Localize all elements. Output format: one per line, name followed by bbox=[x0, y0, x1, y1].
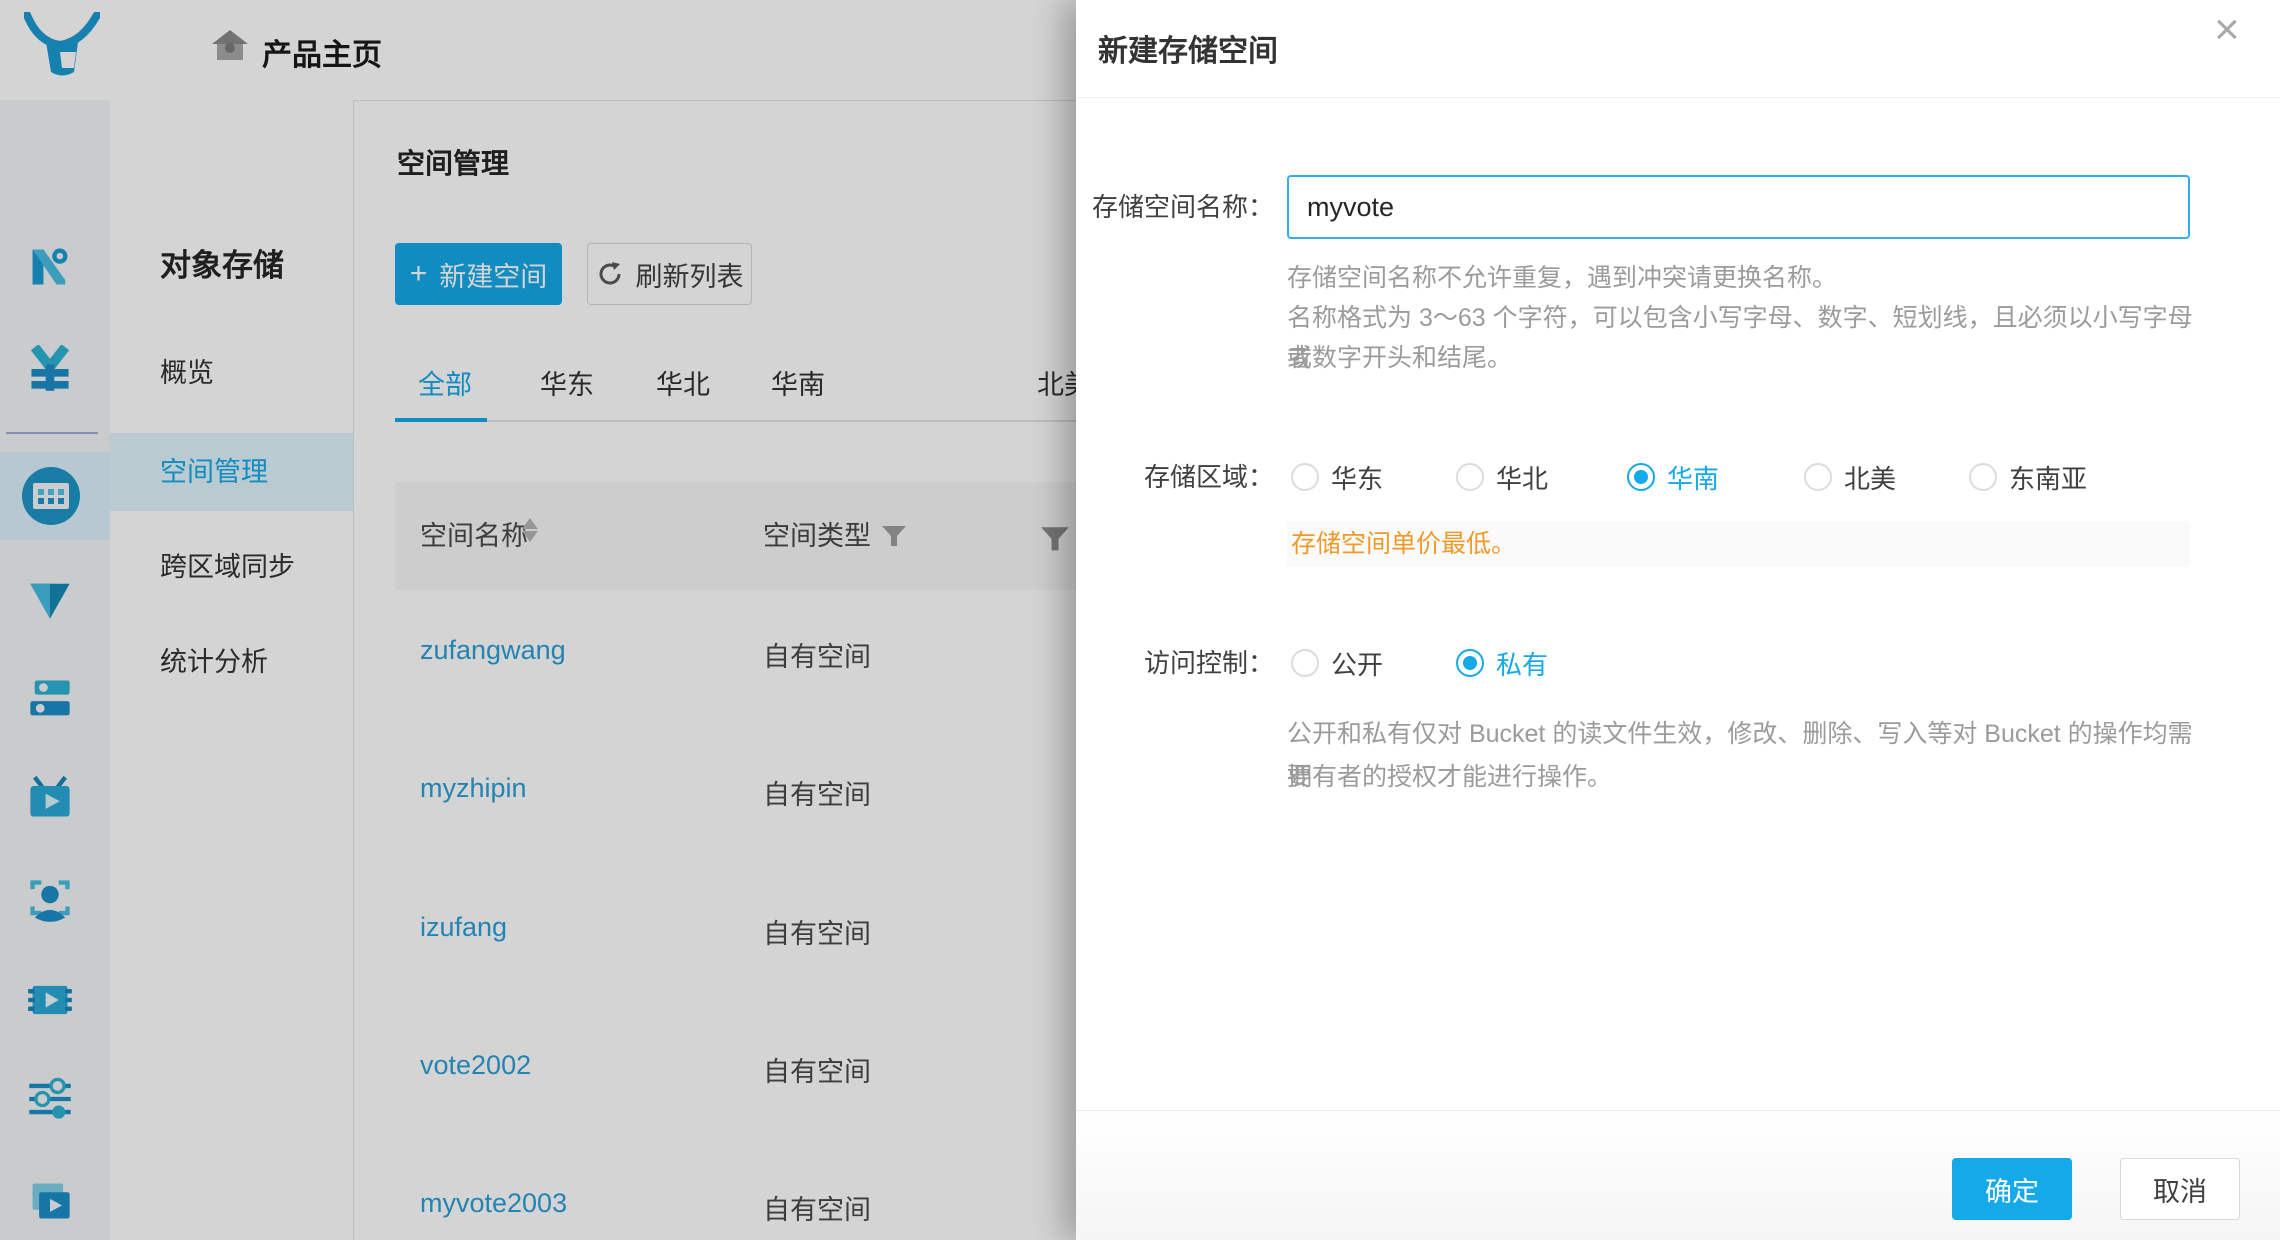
name-help-line-3: 者数字开头和结尾。 bbox=[1287, 338, 2217, 378]
region-option-huabei[interactable]: 华北 bbox=[1456, 455, 1548, 499]
radio-icon bbox=[1804, 463, 1832, 491]
access-help-line-2: 拥有者的授权才能进行操作。 bbox=[1287, 756, 2217, 799]
name-help-line-1: 存储空间名称不允许重复，遇到冲突请更换名称。 bbox=[1287, 258, 2217, 298]
radio-icon bbox=[1456, 463, 1484, 491]
radio-label: 北美 bbox=[1844, 459, 1896, 496]
radio-label: 私有 bbox=[1496, 645, 1548, 682]
access-option-private[interactable]: 私有 bbox=[1456, 641, 1548, 685]
dialog-footer: 确定 取消 bbox=[1076, 1110, 2280, 1240]
confirm-button[interactable]: 确定 bbox=[1952, 1158, 2072, 1220]
app-root: 产品主页 bbox=[0, 0, 2280, 1240]
radio-icon bbox=[1291, 649, 1319, 677]
bucket-name-input[interactable] bbox=[1287, 175, 2190, 239]
region-option-huadong[interactable]: 华东 bbox=[1291, 455, 1383, 499]
access-option-public[interactable]: 公开 bbox=[1291, 641, 1383, 685]
radio-label: 华南 bbox=[1667, 459, 1719, 496]
radio-icon bbox=[1969, 463, 1997, 491]
cancel-button[interactable]: 取消 bbox=[2120, 1158, 2240, 1220]
radio-selected-icon bbox=[1456, 649, 1484, 677]
dialog-title: 新建存储空间 bbox=[1098, 26, 1278, 70]
region-option-dongnanya[interactable]: 东南亚 bbox=[1969, 455, 2087, 499]
radio-label: 东南亚 bbox=[2009, 459, 2087, 496]
radio-icon bbox=[1291, 463, 1319, 491]
access-label: 访问控制： bbox=[1076, 641, 1274, 685]
radio-label: 华东 bbox=[1331, 459, 1383, 496]
region-price-notice: 存储空间单价最低。 bbox=[1287, 521, 2190, 567]
region-option-huanan[interactable]: 华南 bbox=[1627, 455, 1719, 499]
dialog-header: 新建存储空间 × bbox=[1076, 0, 2280, 98]
bucket-name-label: 存储空间名称： bbox=[1076, 175, 1274, 239]
radio-label: 公开 bbox=[1331, 645, 1383, 682]
radio-selected-icon bbox=[1627, 463, 1655, 491]
create-bucket-dialog: 新建存储空间 × 存储空间名称： 存储空间名称不允许重复，遇到冲突请更换名称。 … bbox=[1076, 0, 2280, 1240]
close-icon[interactable]: × bbox=[2214, 8, 2240, 52]
region-option-beimei[interactable]: 北美 bbox=[1804, 455, 1896, 499]
region-label: 存储区域： bbox=[1076, 455, 1274, 499]
radio-label: 华北 bbox=[1496, 459, 1548, 496]
